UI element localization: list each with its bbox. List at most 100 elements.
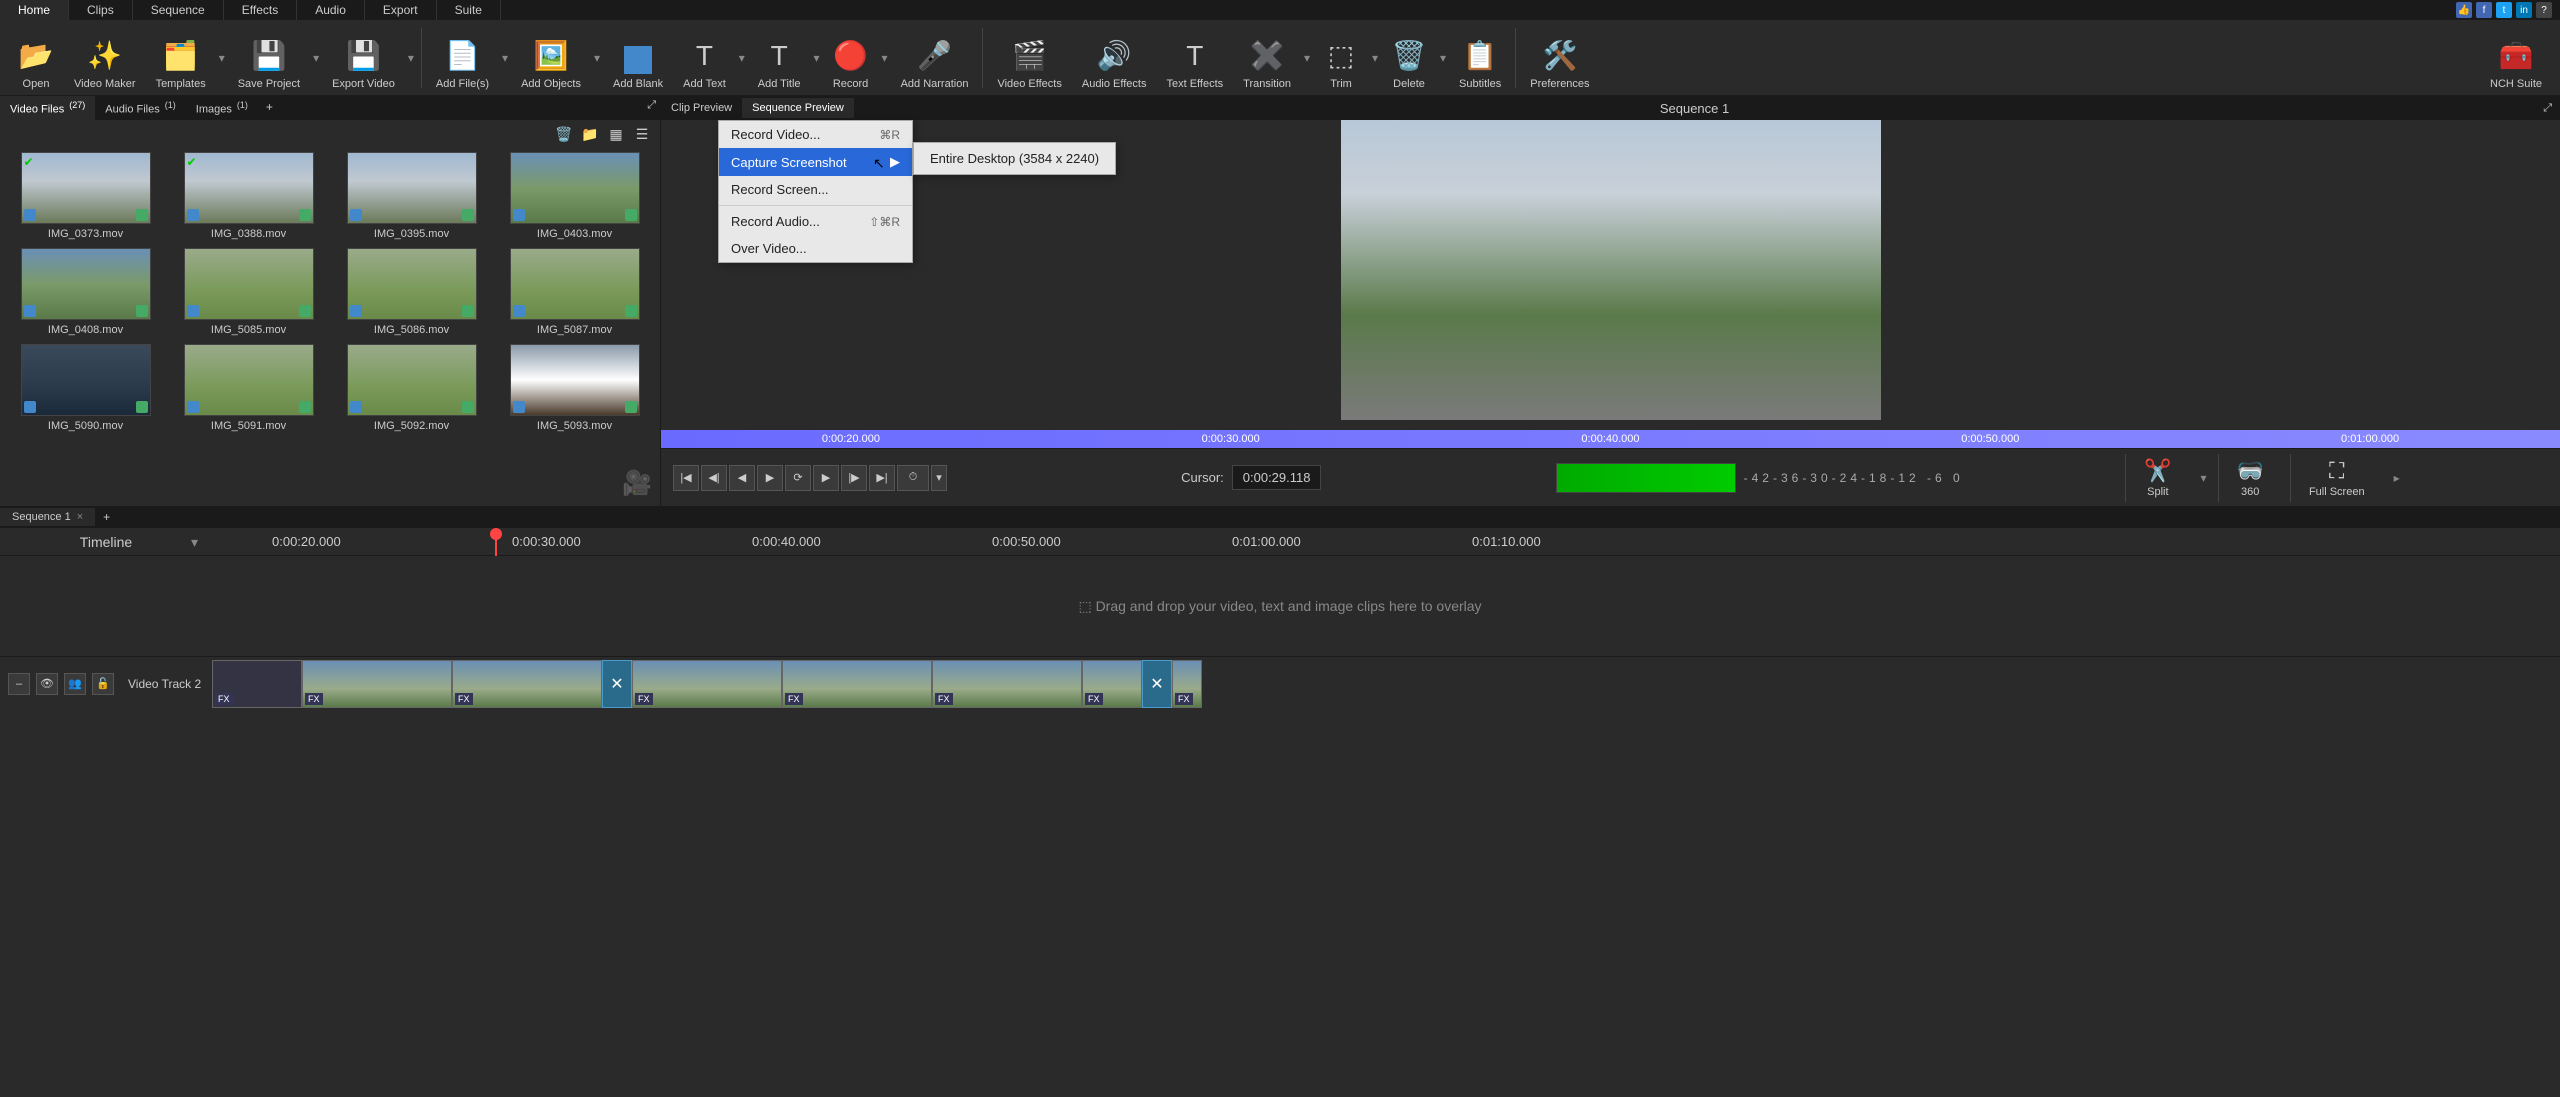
track-collapse-button[interactable]: –	[8, 673, 30, 695]
clip-item[interactable]: IMG_5092.mov	[334, 344, 489, 432]
media-tab-audio[interactable]: Audio Files (1)	[95, 96, 185, 120]
trash-media-icon[interactable]: 🗑️	[554, 124, 574, 144]
preview-ruler[interactable]: 0:00:20.0000:00:30.0000:00:40.0000:00:50…	[661, 430, 2560, 448]
track-lock-button[interactable]: 🔓	[92, 673, 114, 695]
tab-clips[interactable]: Clips	[69, 0, 133, 20]
split-dropdown[interactable]: ▾	[2198, 442, 2210, 514]
tab-home[interactable]: Home	[0, 0, 69, 20]
media-tab-video[interactable]: Video Files (27)	[0, 96, 95, 120]
help-icon[interactable]: ?	[2536, 2, 2552, 18]
speed-button[interactable]: ⏱	[897, 465, 929, 491]
clip-item[interactable]: IMG_0395.mov	[334, 152, 489, 240]
menu-record-screen[interactable]: Record Screen...	[719, 176, 912, 203]
tab-effects[interactable]: Effects	[224, 0, 297, 20]
sequence-preview-tab[interactable]: Sequence Preview	[742, 98, 854, 118]
timeline-clip[interactable]	[632, 660, 782, 708]
overlay-track[interactable]: ⬚ Drag and drop your video, text and ima…	[0, 556, 2560, 656]
track-solo-button[interactable]: 👥	[64, 673, 86, 695]
goto-start-button[interactable]: |◀	[673, 465, 699, 491]
subtitles-button[interactable]: 📋Subtitles	[1449, 22, 1511, 94]
clip-item[interactable]: IMG_5090.mov	[8, 344, 163, 432]
undock-panel-icon[interactable]: ⤢	[647, 99, 656, 112]
add-text-button[interactable]: TAdd Text	[673, 22, 736, 94]
delete-button[interactable]: 🗑️Delete	[1381, 22, 1437, 94]
add-objects-button[interactable]: 🖼️Add Objects	[511, 22, 591, 94]
fullscreen-button[interactable]: ⛶Full Screen	[2290, 454, 2383, 502]
transition-button[interactable]: ✖️Transition	[1233, 22, 1301, 94]
tab-audio[interactable]: Audio	[297, 0, 365, 20]
step-back-button[interactable]: ◀	[729, 465, 755, 491]
add-title-dropdown[interactable]: ▾	[811, 22, 823, 94]
timeline-clip[interactable]	[932, 660, 1082, 708]
add-blank-button[interactable]: Add Blank	[603, 22, 673, 94]
facebook-icon[interactable]: f	[2476, 2, 2492, 18]
timeline-clip[interactable]	[1082, 660, 1142, 708]
vr-button[interactable]: 🥽360	[2218, 454, 2282, 502]
next-frame-button[interactable]: |▶	[841, 465, 867, 491]
add-text-dropdown[interactable]: ▾	[736, 22, 748, 94]
clip-item[interactable]: IMG_5086.mov	[334, 248, 489, 336]
tab-export[interactable]: Export	[365, 0, 437, 20]
like-icon[interactable]: 👍	[2456, 2, 2472, 18]
add-sequence-button[interactable]: +	[95, 506, 118, 528]
record-button[interactable]: 🔴Record	[823, 22, 879, 94]
undock-preview-icon[interactable]: ⤢	[2535, 102, 2560, 115]
clip-item[interactable]: IMG_0408.mov	[8, 248, 163, 336]
delete-dropdown[interactable]: ▾	[1437, 22, 1449, 94]
timeline-clip[interactable]	[212, 660, 302, 708]
record-dropdown[interactable]: ▾	[879, 22, 891, 94]
track-clips[interactable]: ✕ ✕	[212, 657, 2560, 710]
clip-item[interactable]: IMG_0403.mov	[497, 152, 652, 240]
menu-over-video[interactable]: Over Video...	[719, 235, 912, 262]
save-project-button[interactable]: 💾Save Project	[228, 22, 310, 94]
menu-entire-desktop[interactable]: Entire Desktop (3584 x 2240)	[914, 145, 1115, 172]
grid-view-icon[interactable]: ▦	[606, 124, 626, 144]
twitter-icon[interactable]: t	[2496, 2, 2512, 18]
cursor-value[interactable]: 0:00:29.118	[1232, 465, 1322, 490]
menu-record-video[interactable]: Record Video...⌘R	[719, 121, 912, 148]
clip-item[interactable]: IMG_5085.mov	[171, 248, 326, 336]
playhead[interactable]	[495, 528, 497, 556]
open-button[interactable]: 📂Open	[8, 22, 64, 94]
timeline-mode-dropdown[interactable]: Timeline	[0, 534, 212, 550]
timeline-ruler[interactable]: 0:00:20.000 0:00:30.000 0:00:40.000 0:00…	[212, 528, 2560, 556]
step-fwd-button[interactable]: ▶	[813, 465, 839, 491]
loop-button[interactable]: ⟳	[785, 465, 811, 491]
sequence-tab[interactable]: Sequence 1×	[0, 508, 95, 526]
add-folder-icon[interactable]: 📁	[580, 124, 600, 144]
clip-item[interactable]: IMG_5087.mov	[497, 248, 652, 336]
save-dropdown[interactable]: ▾	[310, 22, 322, 94]
add-objects-dropdown[interactable]: ▾	[591, 22, 603, 94]
media-tab-images[interactable]: Images (1)	[186, 96, 258, 120]
text-effects-button[interactable]: TText Effects	[1156, 22, 1233, 94]
templates-button[interactable]: 🗂️Templates	[146, 22, 216, 94]
track-visible-button[interactable]: 👁	[36, 673, 58, 695]
trim-button[interactable]: ⬚Trim	[1313, 22, 1369, 94]
export-dropdown[interactable]: ▾	[405, 22, 417, 94]
audio-effects-button[interactable]: 🔊Audio Effects	[1072, 22, 1157, 94]
menu-record-audio[interactable]: Record Audio...⇧⌘R	[719, 208, 912, 235]
clip-item[interactable]: IMG_5093.mov	[497, 344, 652, 432]
clip-item[interactable]: ✔IMG_0388.mov	[171, 152, 326, 240]
add-files-button[interactable]: 📄Add File(s)	[426, 22, 499, 94]
export-video-button[interactable]: 💾Export Video	[322, 22, 405, 94]
transition-dropdown[interactable]: ▾	[1301, 22, 1313, 94]
prev-frame-button[interactable]: ◀|	[701, 465, 727, 491]
goto-end-button[interactable]: ▶|	[869, 465, 895, 491]
linkedin-icon[interactable]: in	[2516, 2, 2532, 18]
play-button[interactable]: ▶	[757, 465, 783, 491]
timeline-clip[interactable]	[782, 660, 932, 708]
next-panel-button[interactable]: ▸	[2391, 442, 2403, 514]
tab-sequence[interactable]: Sequence	[133, 0, 224, 20]
close-icon[interactable]: ×	[77, 511, 83, 523]
clip-item[interactable]: ✔IMG_0373.mov	[8, 152, 163, 240]
add-media-tab[interactable]: +	[258, 96, 281, 120]
list-view-icon[interactable]: ☰	[632, 124, 652, 144]
camera-icon[interactable]: 🎥	[622, 469, 652, 498]
preferences-button[interactable]: 🛠️Preferences	[1520, 22, 1599, 94]
preview-video[interactable]	[1341, 120, 1881, 420]
nch-suite-button[interactable]: 🧰NCH Suite	[2480, 22, 2552, 94]
tab-suite[interactable]: Suite	[437, 0, 501, 20]
templates-dropdown[interactable]: ▾	[216, 22, 228, 94]
speed-dropdown[interactable]: ▾	[931, 465, 947, 491]
